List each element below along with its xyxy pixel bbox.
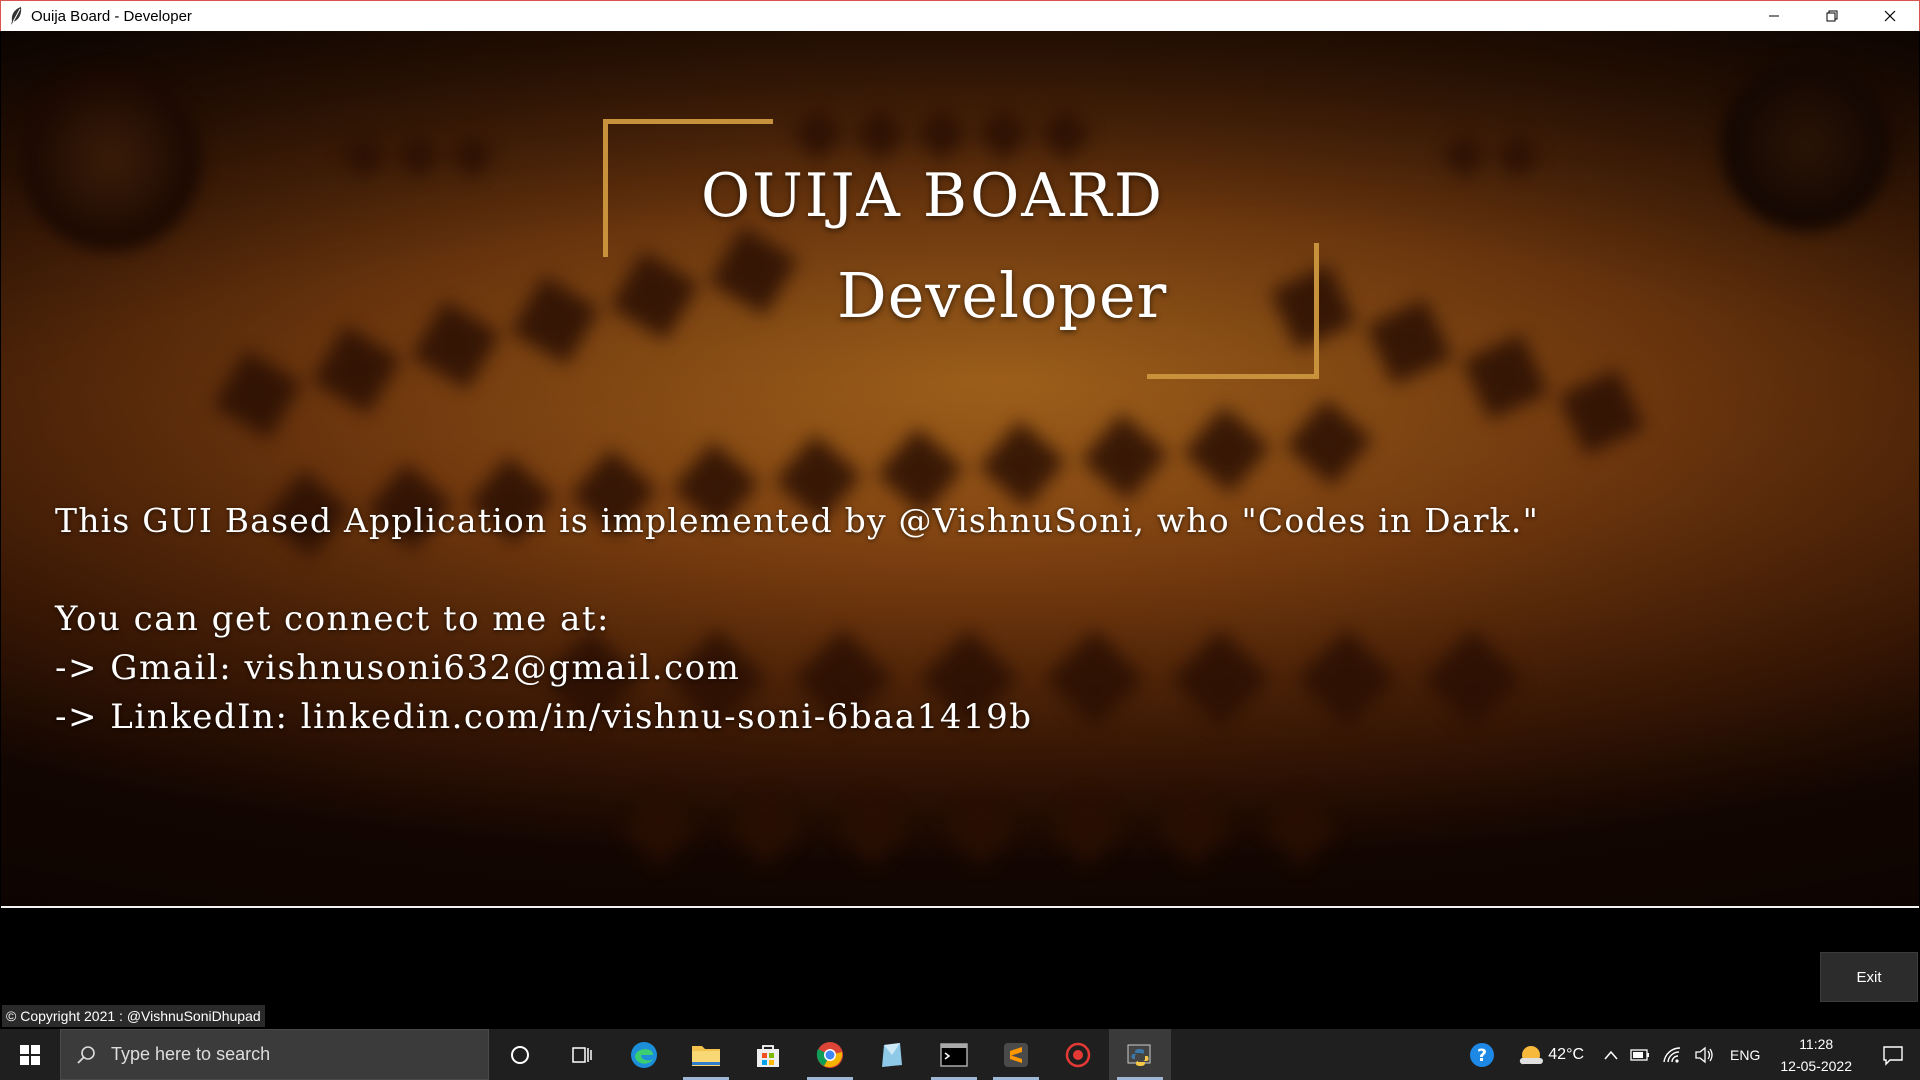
crystal-app-icon — [882, 1042, 902, 1067]
clock-time: 11:28 — [1799, 1035, 1834, 1052]
tray-weather[interactable]: 42°C — [1512, 1029, 1590, 1080]
taskbar-search-box[interactable]: Type here to search — [60, 1029, 489, 1080]
taskbar-file-explorer[interactable] — [675, 1029, 737, 1080]
language-indicator: ENG — [1730, 1046, 1761, 1063]
wifi-icon — [1663, 1046, 1681, 1063]
board-background-decoration: ◆◆ — [1441, 116, 1550, 186]
tray-help[interactable]: ? — [1462, 1029, 1502, 1080]
search-icon — [61, 1045, 111, 1065]
search-placeholder: Type here to search — [111, 1044, 271, 1064]
tray-language[interactable]: ENG — [1724, 1029, 1766, 1080]
windows-logo-icon — [20, 1044, 40, 1065]
record-icon — [1065, 1042, 1091, 1067]
tray-network[interactable] — [1656, 1029, 1688, 1080]
taskbar-sublime[interactable] — [985, 1029, 1047, 1080]
window-title: Ouija Board - Developer — [31, 7, 192, 25]
board-background-decoration: ◆◆◆ — [341, 116, 504, 186]
exit-button[interactable]: Exit — [1820, 952, 1918, 1002]
title-frame-bottom-right — [1147, 243, 1319, 379]
task-view-button[interactable] — [551, 1029, 613, 1080]
restore-icon — [1826, 10, 1838, 22]
close-button[interactable] — [1861, 1, 1919, 31]
taskbar-edge[interactable] — [613, 1029, 675, 1080]
weather-sun-icon — [1520, 1045, 1544, 1064]
developer-panel: ◆◆◆ ◆◆◆◆◆ ◆◆ ◆◆◆◆◆◆ ◆◆◆◆ ◆◆◆◆◆◆◆◆◆◆◆ ◆◆◆… — [1, 31, 1919, 907]
taskbar: Type here to search ? 42°C ENG 11:28 12-… — [0, 1029, 1920, 1080]
taskbar-python[interactable] — [1109, 1029, 1171, 1080]
minimize-icon — [1769, 15, 1779, 17]
window-titlebar: Ouija Board - Developer — [0, 0, 1920, 31]
taskbar-terminal[interactable] — [923, 1029, 985, 1080]
footer-area — [1, 908, 1919, 1029]
edge-icon — [631, 1041, 657, 1068]
board-sun-decoration — [21, 71, 201, 251]
intro-text: This GUI Based Application is implemente… — [55, 501, 1539, 540]
taskbar-app-crystal[interactable] — [861, 1029, 923, 1080]
action-center-button[interactable] — [1866, 1029, 1920, 1080]
help-icon: ? — [1470, 1042, 1495, 1067]
cortana-icon — [511, 1045, 529, 1064]
linkedin-contact: -> LinkedIn: linkedin.com/in/vishnu-soni… — [55, 697, 1033, 737]
weather-temperature: 42°C — [1548, 1045, 1585, 1063]
store-icon — [757, 1044, 779, 1067]
notification-icon — [1883, 1045, 1903, 1066]
speaker-icon — [1695, 1046, 1713, 1063]
battery-icon — [1630, 1048, 1650, 1061]
board-background-decoration: ◆◆◆◆◆◆◆ — [621, 761, 1370, 879]
page-title: OUIJA BOARD — [701, 161, 1164, 231]
connect-label: You can get connect to me at: — [55, 599, 610, 639]
tray-show-hidden[interactable] — [1598, 1029, 1624, 1080]
system-tray: ? 42°C ENG 11:28 12-05-2022 — [1462, 1029, 1920, 1080]
page-subtitle: Developer — [837, 259, 1168, 332]
restore-button[interactable] — [1803, 1, 1861, 31]
cortana-button[interactable] — [489, 1029, 551, 1080]
board-moon-decoration — [1721, 61, 1891, 231]
sublime-text-icon — [1004, 1042, 1028, 1067]
terminal-icon — [940, 1042, 968, 1067]
gmail-contact: -> Gmail: vishnusoni632@gmail.com — [55, 648, 741, 688]
close-icon — [1884, 10, 1896, 22]
copyright-label: © Copyright 2021 : @VishnuSoniDhupad — [2, 1005, 265, 1027]
tray-battery[interactable] — [1624, 1029, 1656, 1080]
chevron-up-icon — [1604, 1050, 1618, 1059]
taskbar-clock[interactable]: 11:28 12-05-2022 — [1766, 1033, 1866, 1077]
window-controls — [1745, 1, 1919, 31]
folder-icon — [692, 1045, 720, 1066]
feather-icon — [5, 5, 27, 27]
minimize-button[interactable] — [1745, 1, 1803, 31]
taskbar-store[interactable] — [737, 1029, 799, 1080]
chrome-icon — [816, 1041, 843, 1068]
clock-date: 12-05-2022 — [1780, 1057, 1852, 1074]
svg-text:?: ? — [1477, 1046, 1487, 1066]
tray-volume[interactable] — [1688, 1029, 1720, 1080]
start-button[interactable] — [0, 1029, 60, 1080]
board-background-decoration: ◆◆◆◆◆ — [791, 86, 1101, 169]
python-feather-icon — [1127, 1044, 1151, 1066]
taskbar-recorder[interactable] — [1047, 1029, 1109, 1080]
taskbar-chrome[interactable] — [799, 1029, 861, 1080]
task-view-icon — [572, 1046, 592, 1063]
